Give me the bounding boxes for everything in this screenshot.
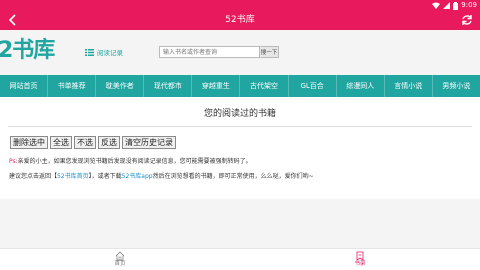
tab-home-label: 首页 bbox=[114, 261, 126, 267]
notice2-part-a: 建议您点击返回【 bbox=[9, 173, 58, 180]
nav-item-time-travel[interactable]: 穿越重生 bbox=[192, 75, 241, 97]
nav-item-booklists[interactable]: 书单推荐 bbox=[48, 75, 97, 97]
notice-forced-transcoding: Ps:亲爱的小主，如果您发现浏览书籍后发现没有阅读记录信息，您可能需要被强制转码… bbox=[9, 156, 252, 165]
nav-item-urban[interactable]: 现代都市 bbox=[144, 75, 193, 97]
category-nav: 网站首页 书单推荐 耽美作者 现代都市 穿越重生 古代架空 GL百合 综漫同人 … bbox=[0, 75, 480, 97]
nav-item-gl[interactable]: GL百合 bbox=[289, 75, 337, 97]
notice2-part-c: 然后在浏览想看的书籍，即可正常使用，么么哒，爱你们哟~ bbox=[152, 173, 314, 180]
app-title: 52书库 bbox=[225, 15, 255, 25]
select-all-button[interactable]: 全选 bbox=[50, 136, 72, 149]
status-time: 9:09 bbox=[461, 1, 477, 9]
nav-item-romance[interactable]: 言情小说 bbox=[385, 75, 433, 97]
bookshelf-icon bbox=[356, 251, 364, 261]
footer-area bbox=[0, 199, 480, 248]
notice2-part-b: 】，或者下载 bbox=[88, 173, 122, 180]
notice1-text: 亲爱的小主，如果您发现浏览书籍后发现没有阅读记录信息，您可能需要被强制转码了。 bbox=[17, 158, 252, 165]
ps-label: Ps: bbox=[9, 158, 18, 165]
notice-suggestion: 建议您点击返回【52书库首页】，或者下载52书库app然后在浏览想看的书籍，即可… bbox=[9, 171, 314, 180]
app-download-link[interactable]: 52书库app bbox=[122, 173, 153, 180]
top-app-bar: 52书库 bbox=[0, 11, 480, 30]
status-bar: 9:09 bbox=[0, 0, 480, 11]
nav-item-male-novels[interactable]: 男频小说 bbox=[433, 75, 480, 97]
status-icons: 9:09 bbox=[432, 1, 477, 10]
reading-history-link[interactable]: 阅读记录 bbox=[85, 47, 123, 57]
delete-selected-button[interactable]: 删除选中 bbox=[10, 136, 48, 149]
site-logo[interactable]: 2书库 bbox=[0, 37, 55, 65]
list-icon bbox=[85, 48, 94, 56]
tab-home[interactable]: 首页 bbox=[105, 251, 135, 268]
invert-selection-button[interactable]: 反选 bbox=[98, 136, 120, 149]
back-icon[interactable] bbox=[6, 13, 20, 27]
reading-history-label: 阅读记录 bbox=[97, 49, 123, 57]
nav-item-ancient[interactable]: 古代架空 bbox=[240, 75, 289, 97]
site-header: 2书库 阅读记录 搜一下 bbox=[0, 30, 480, 75]
nav-item-danmei-authors[interactable]: 耽美作者 bbox=[96, 75, 145, 97]
nav-item-home[interactable]: 网站首页 bbox=[0, 75, 49, 97]
page-title: 您的阅读过的书籍 bbox=[203, 109, 276, 119]
clear-history-button[interactable]: 清空历史记录 bbox=[122, 136, 176, 149]
divider bbox=[8, 126, 472, 127]
tab-bookshelf-label: 书架 bbox=[354, 261, 366, 267]
refresh-icon[interactable] bbox=[460, 13, 474, 27]
home-link[interactable]: 52书库首页 bbox=[57, 173, 89, 180]
signal-icon bbox=[443, 2, 451, 9]
wifi-icon bbox=[432, 2, 441, 9]
home-icon bbox=[115, 251, 125, 261]
bottom-tab-bar: 首页 书架 bbox=[0, 248, 480, 270]
history-actions: 删除选中 全选 不选 反选 清空历史记录 bbox=[10, 136, 176, 149]
search-button[interactable]: 搜一下 bbox=[259, 46, 279, 58]
tab-bookshelf[interactable]: 书架 bbox=[345, 251, 375, 268]
search-box: 搜一下 bbox=[159, 46, 279, 58]
battery-icon bbox=[453, 1, 459, 10]
search-input[interactable] bbox=[159, 46, 259, 58]
select-none-button[interactable]: 不选 bbox=[74, 136, 96, 149]
nav-item-fanfic[interactable]: 综漫同人 bbox=[337, 75, 385, 97]
